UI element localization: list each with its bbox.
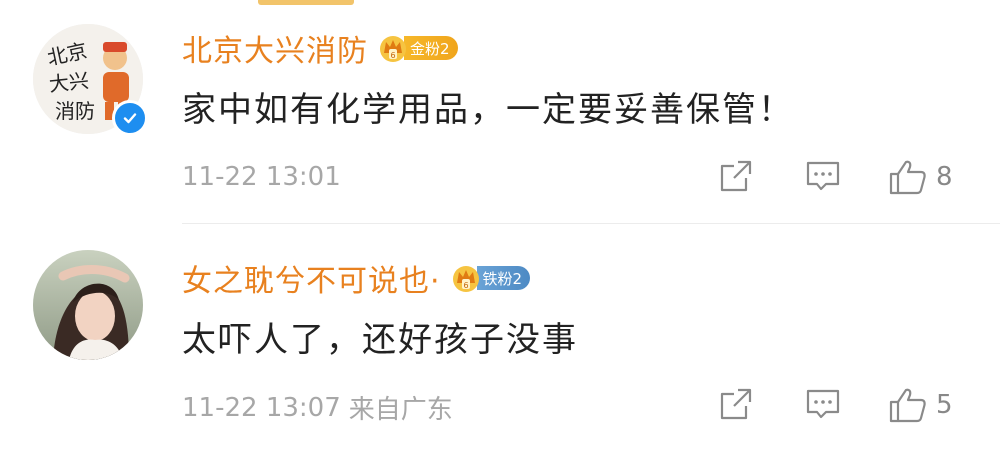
location: 来自广东 (348, 395, 453, 425)
fan-badge-label: 金粉2 (404, 36, 458, 60)
timestamp: 11-22 13:01 (182, 162, 341, 192)
comment-item: 女之耽兮不可说也· 6 铁粉2 太吓人了，还好孩子没事 11-22 13:07 … (0, 226, 1000, 457)
username[interactable]: 女之耽兮不可说也· (182, 256, 441, 300)
like-count: 5 (936, 390, 953, 420)
comment-icon (806, 161, 840, 191)
share-button[interactable] (718, 386, 754, 422)
comment-meta: 11-22 13:01 (182, 162, 341, 192)
verified-badge (112, 100, 148, 136)
reply-button[interactable] (804, 158, 842, 194)
reply-button[interactable] (804, 386, 842, 422)
fan-badge[interactable]: 6 金粉2 (378, 32, 458, 64)
fan-badge[interactable]: 6 铁粉2 (451, 262, 531, 294)
like-button[interactable]: 5 (888, 386, 953, 424)
avatar[interactable] (33, 250, 143, 360)
comment-item: 北京 大兴 消防 北京大兴消防 6 金粉2 家中如有化学用品，一定要妥善保管！ (0, 0, 1000, 224)
verified-check-icon (123, 113, 137, 124)
crown-icon: 6 (380, 36, 406, 62)
fan-badge-label: 铁粉2 (476, 266, 531, 290)
thumbs-up-icon (889, 160, 926, 195)
username[interactable]: 北京大兴消防 (182, 26, 368, 70)
share-button[interactable] (718, 158, 754, 194)
svg-text:6: 6 (390, 51, 395, 60)
share-icon (720, 160, 752, 192)
thumbs-up-icon (889, 388, 926, 423)
like-count: 8 (936, 162, 953, 192)
comment-text: 家中如有化学用品，一定要妥善保管！ (182, 90, 794, 130)
timestamp: 11-22 13:07 (182, 392, 341, 423)
crown-icon: 6 (452, 266, 479, 292)
share-icon (720, 388, 752, 420)
avatar-image (33, 250, 143, 360)
like-button[interactable]: 8 (888, 158, 953, 196)
svg-text:6: 6 (463, 281, 468, 290)
name-row: 北京大兴消防 6 金粉2 (182, 26, 458, 70)
comment-icon (806, 389, 840, 419)
comment-meta: 11-22 13:07 来自广东 (182, 389, 453, 426)
divider (182, 223, 1000, 224)
name-row: 女之耽兮不可说也· 6 铁粉2 (182, 256, 531, 300)
avatar-text-line-2: 大兴 (48, 68, 90, 96)
avatar-text-line-3: 消防 (55, 99, 95, 123)
comment-text: 太吓人了，还好孩子没事 (182, 320, 578, 360)
